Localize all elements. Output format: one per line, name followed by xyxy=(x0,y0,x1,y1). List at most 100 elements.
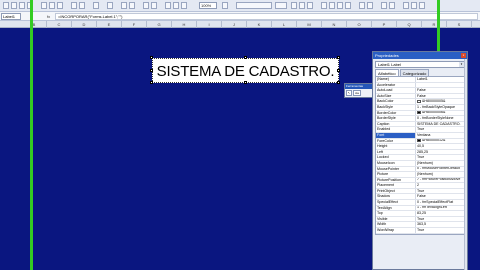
design-mode-icon[interactable] xyxy=(165,2,171,9)
italic-icon[interactable] xyxy=(299,2,305,9)
column-header[interactable]: G xyxy=(147,21,172,28)
column-header[interactable]: L xyxy=(272,21,297,28)
tab-categorized[interactable]: Categorizado xyxy=(399,69,430,76)
font-box[interactable] xyxy=(236,2,272,9)
name-box[interactable]: Label1 xyxy=(1,13,21,20)
cut-icon[interactable] xyxy=(41,2,47,9)
sort-asc-icon[interactable] xyxy=(121,2,127,9)
property-value[interactable]: 83,25 xyxy=(416,211,464,216)
underline-icon[interactable] xyxy=(307,2,313,9)
fill-color-icon[interactable] xyxy=(411,2,417,9)
borders-icon[interactable] xyxy=(403,2,409,9)
help-icon[interactable] xyxy=(222,2,228,9)
title-label[interactable]: SISTEMA DE CADASTRO. xyxy=(152,58,339,83)
column-header[interactable]: P xyxy=(372,21,397,28)
column-header[interactable]: H xyxy=(172,21,197,28)
paste-icon[interactable] xyxy=(57,2,63,9)
property-value[interactable]: 7 - fmPicturePositionAbove xyxy=(416,178,464,183)
zoom-select[interactable]: 100% xyxy=(199,2,217,9)
property-value[interactable]: 285,25 xyxy=(416,150,464,155)
align-right-icon[interactable] xyxy=(337,2,343,9)
property-row[interactable]: WordWrap True xyxy=(376,228,464,234)
column-header[interactable]: N xyxy=(322,21,347,28)
property-value[interactable] xyxy=(416,83,464,88)
property-value[interactable]: 1 - fmTextAlignLeft xyxy=(416,206,464,211)
resize-handle[interactable] xyxy=(337,69,340,72)
merge-icon[interactable] xyxy=(345,2,351,9)
sum-icon[interactable] xyxy=(107,2,113,9)
font-color-icon[interactable] xyxy=(419,2,425,9)
column-header[interactable]: I xyxy=(197,21,222,28)
property-value[interactable]: False xyxy=(416,88,464,93)
property-value[interactable]: True xyxy=(416,155,464,160)
close-icon[interactable]: x xyxy=(461,53,466,58)
column-header[interactable]: C xyxy=(47,21,72,28)
property-value[interactable]: False xyxy=(416,94,464,99)
column-header[interactable]: Q xyxy=(397,21,422,28)
property-value[interactable]: False xyxy=(416,194,464,199)
increase-indent-icon[interactable] xyxy=(389,2,395,9)
column-header[interactable]: R xyxy=(422,21,447,28)
property-value[interactable]: 0 - fmSpecialEffectFlat xyxy=(416,200,464,205)
open-icon[interactable] xyxy=(11,2,17,9)
column-header[interactable]: D xyxy=(72,21,97,28)
resize-handle[interactable] xyxy=(150,56,153,59)
formula-input[interactable]: =INCORPORAR("Forms.Label.1";"") xyxy=(55,13,478,20)
column-header[interactable]: O xyxy=(347,21,372,28)
percent-icon[interactable] xyxy=(367,2,373,9)
column-header[interactable]: E xyxy=(97,21,122,28)
sort-desc-icon[interactable] xyxy=(129,2,135,9)
column-header[interactable]: J xyxy=(222,21,247,28)
property-value[interactable]: 363,5 xyxy=(416,222,464,227)
tab-alphabetic[interactable]: Alfabético xyxy=(375,69,399,76)
column-header[interactable]: B xyxy=(22,21,47,28)
property-value[interactable]: &H80000006& xyxy=(416,111,464,116)
bold-icon[interactable] xyxy=(291,2,297,9)
column-header[interactable]: K xyxy=(247,21,272,28)
currency-icon[interactable] xyxy=(359,2,365,9)
property-value[interactable]: True xyxy=(416,127,464,132)
align-center-icon[interactable] xyxy=(329,2,335,9)
resize-handle[interactable] xyxy=(150,69,153,72)
properties-icon[interactable] xyxy=(173,2,179,9)
property-value[interactable]: 0 - fmMousePointerDefault xyxy=(416,167,464,172)
drawing-icon[interactable] xyxy=(151,2,157,9)
object-select[interactable]: Label1 Label ▾ xyxy=(375,61,465,68)
property-value[interactable]: 0 - fmBorderStyleNone xyxy=(416,116,464,121)
column-header[interactable]: S xyxy=(447,21,472,28)
property-value[interactable]: 2 xyxy=(416,183,464,188)
resize-handle[interactable] xyxy=(150,81,153,84)
font-size-box[interactable] xyxy=(275,2,287,9)
copy-icon[interactable] xyxy=(49,2,55,9)
property-value[interactable]: 40,5 xyxy=(416,144,464,149)
property-value[interactable]: True xyxy=(416,217,464,222)
property-value[interactable]: True xyxy=(416,189,464,194)
property-value[interactable]: &H80000012& xyxy=(416,139,464,144)
undo-icon[interactable] xyxy=(71,2,77,9)
redo-icon[interactable] xyxy=(79,2,85,9)
property-value[interactable]: 1 - fmBackStyleOpaque xyxy=(416,105,464,110)
fx-icon[interactable]: fx xyxy=(47,13,50,20)
column-header[interactable]: F xyxy=(122,21,147,28)
resize-handle[interactable] xyxy=(244,81,247,84)
save-icon[interactable] xyxy=(19,2,25,9)
chart-wizard-icon[interactable] xyxy=(143,2,149,9)
properties-scrollbar[interactable] xyxy=(464,59,467,270)
property-value[interactable]: &H80000005& xyxy=(416,99,464,104)
property-value[interactable]: True xyxy=(416,228,464,233)
property-value[interactable]: Label1 xyxy=(416,77,464,82)
resize-handle[interactable] xyxy=(244,56,247,59)
align-left-icon[interactable] xyxy=(321,2,327,9)
property-value[interactable]: (Nenhum) xyxy=(416,172,464,177)
label-tool-icon[interactable]: Aa xyxy=(353,90,361,96)
property-value[interactable]: Verdana xyxy=(416,133,464,138)
decrease-indent-icon[interactable] xyxy=(381,2,387,9)
hyperlink-icon[interactable] xyxy=(93,2,99,9)
new-icon[interactable] xyxy=(3,2,9,9)
column-header[interactable]: M xyxy=(297,21,322,28)
property-value[interactable]: (Nenhum) xyxy=(416,161,464,166)
select-objects-icon[interactable]: ↖ xyxy=(346,90,352,96)
resize-handle[interactable] xyxy=(337,56,340,59)
resize-handle[interactable] xyxy=(337,81,340,84)
view-code-icon[interactable] xyxy=(181,2,187,9)
